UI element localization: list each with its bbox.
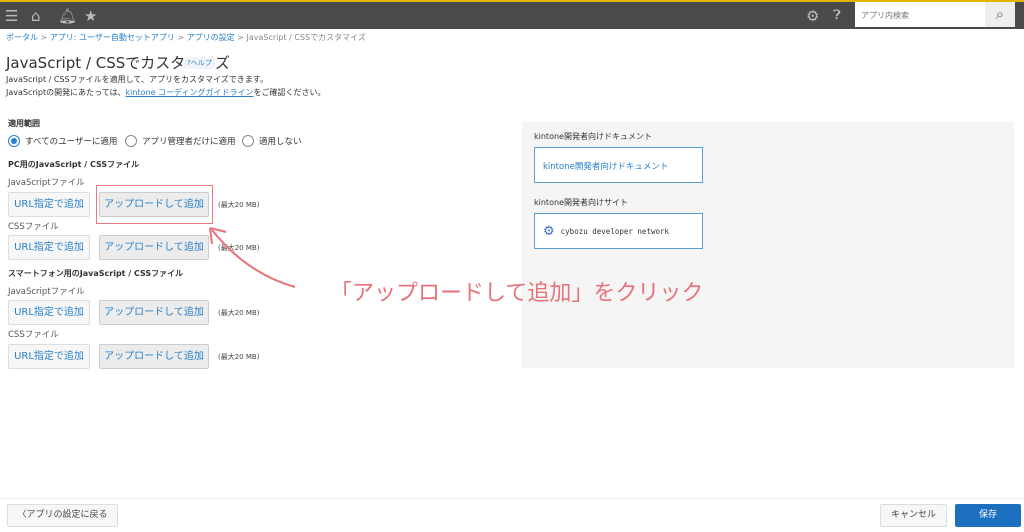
- description: JavaScript / CSSファイルを適用して、アプリをカスタマイズできます…: [6, 75, 268, 84]
- pc-js-label: JavaScriptファイル: [8, 178, 85, 188]
- help-icon[interactable]: ❓︎: [833, 7, 841, 25]
- text: JavaScriptの開発にあたっては、: [6, 88, 126, 97]
- guideline-link[interactable]: kintone コーディングガイドライン: [126, 88, 254, 97]
- size-limit: (最大20 MB): [218, 309, 260, 317]
- size-limit: (最大20 MB): [218, 353, 260, 361]
- radio-label: 適用しない: [259, 137, 302, 147]
- menu-icon[interactable]: ☰: [5, 7, 18, 25]
- mobile-css-upload-button[interactable]: アップロードして追加: [99, 344, 209, 369]
- chevron-left-icon: 〈: [17, 510, 27, 520]
- breadcrumb-portal[interactable]: ポータル: [6, 33, 38, 42]
- radio[interactable]: [125, 135, 137, 147]
- breadcrumb: ポータル > アプリ: ユーザー自動セットアプリ > アプリの設定 > Java…: [6, 32, 366, 43]
- separator: >: [237, 33, 244, 42]
- pc-css-upload-button[interactable]: アップロードして追加: [99, 235, 209, 260]
- cybozu-logo-icon: ⚙: [543, 223, 555, 239]
- pc-heading: PC用のJavaScript / CSSファイル: [8, 160, 140, 169]
- mobile-js-url-button[interactable]: URL指定で追加: [8, 300, 90, 325]
- site-link-label: cybozu developer network: [560, 226, 670, 236]
- star-icon[interactable]: ★: [84, 7, 97, 25]
- breadcrumb-current: JavaScript / CSSでカスタマイズ: [246, 33, 366, 42]
- pc-css-url-button[interactable]: URL指定で追加: [8, 235, 90, 260]
- mobile-css-label: CSSファイル: [8, 330, 59, 340]
- pc-css-label: CSSファイル: [8, 222, 59, 232]
- search-input[interactable]: アプリ内検索: [855, 2, 985, 27]
- description-guideline: JavaScriptの開発にあたっては、kintone コーディングガイドライン…: [6, 87, 325, 98]
- site-label: kintone開発者向けサイト: [534, 198, 628, 207]
- breadcrumb-app[interactable]: アプリ: ユーザー自動セットアプリ: [50, 33, 175, 42]
- radio-checked[interactable]: [8, 135, 20, 147]
- cancel-button[interactable]: キャンセル: [880, 504, 947, 527]
- doc-label: kintone開発者向けドキュメント: [534, 132, 652, 141]
- gear-icon[interactable]: ⚙: [806, 7, 819, 25]
- site-link[interactable]: ⚙ cybozu developer network: [534, 213, 703, 249]
- scope-label: 適用範囲: [8, 119, 40, 128]
- save-button[interactable]: 保存: [955, 504, 1021, 527]
- home-icon[interactable]: ⌂: [31, 7, 41, 25]
- radio-admin-only[interactable]: アプリ管理者だけに適用: [125, 135, 236, 147]
- footer: [0, 498, 1024, 532]
- back-label: アプリの設定に戻る: [26, 510, 108, 520]
- annotation-text: 「アップロードして追加」をクリック: [330, 281, 704, 306]
- radio-label: すべてのユーザーに適用: [25, 137, 118, 147]
- doc-link[interactable]: kintone開発者向けドキュメント: [534, 147, 703, 183]
- mobile-heading: スマートフォン用のJavaScript / CSSファイル: [8, 269, 184, 278]
- text: をご確認ください。: [253, 88, 326, 97]
- pc-js-url-button[interactable]: URL指定で追加: [8, 192, 90, 217]
- bell-icon[interactable]: 🔔︎: [58, 7, 77, 25]
- radio[interactable]: [242, 135, 254, 147]
- search-icon[interactable]: ⌕: [985, 2, 1015, 27]
- radio-all-users[interactable]: すべてのユーザーに適用: [8, 135, 117, 147]
- separator: >: [40, 33, 48, 42]
- separator: >: [177, 33, 185, 42]
- radio-label: アプリ管理者だけに適用: [142, 137, 236, 147]
- highlight-box: [96, 185, 213, 224]
- mobile-js-label: JavaScriptファイル: [8, 287, 85, 297]
- arrow-annotation: [209, 227, 296, 288]
- mobile-css-url-button[interactable]: URL指定で追加: [8, 344, 90, 369]
- breadcrumb-settings[interactable]: アプリの設定: [187, 33, 235, 42]
- help-link[interactable]: ?ヘルプ: [184, 57, 215, 69]
- back-button[interactable]: 〈アプリの設定に戻る: [7, 504, 118, 527]
- radio-none[interactable]: 適用しない: [242, 135, 302, 147]
- size-limit: (最大20 MB): [218, 201, 260, 209]
- mobile-js-upload-button[interactable]: アップロードして追加: [99, 300, 209, 325]
